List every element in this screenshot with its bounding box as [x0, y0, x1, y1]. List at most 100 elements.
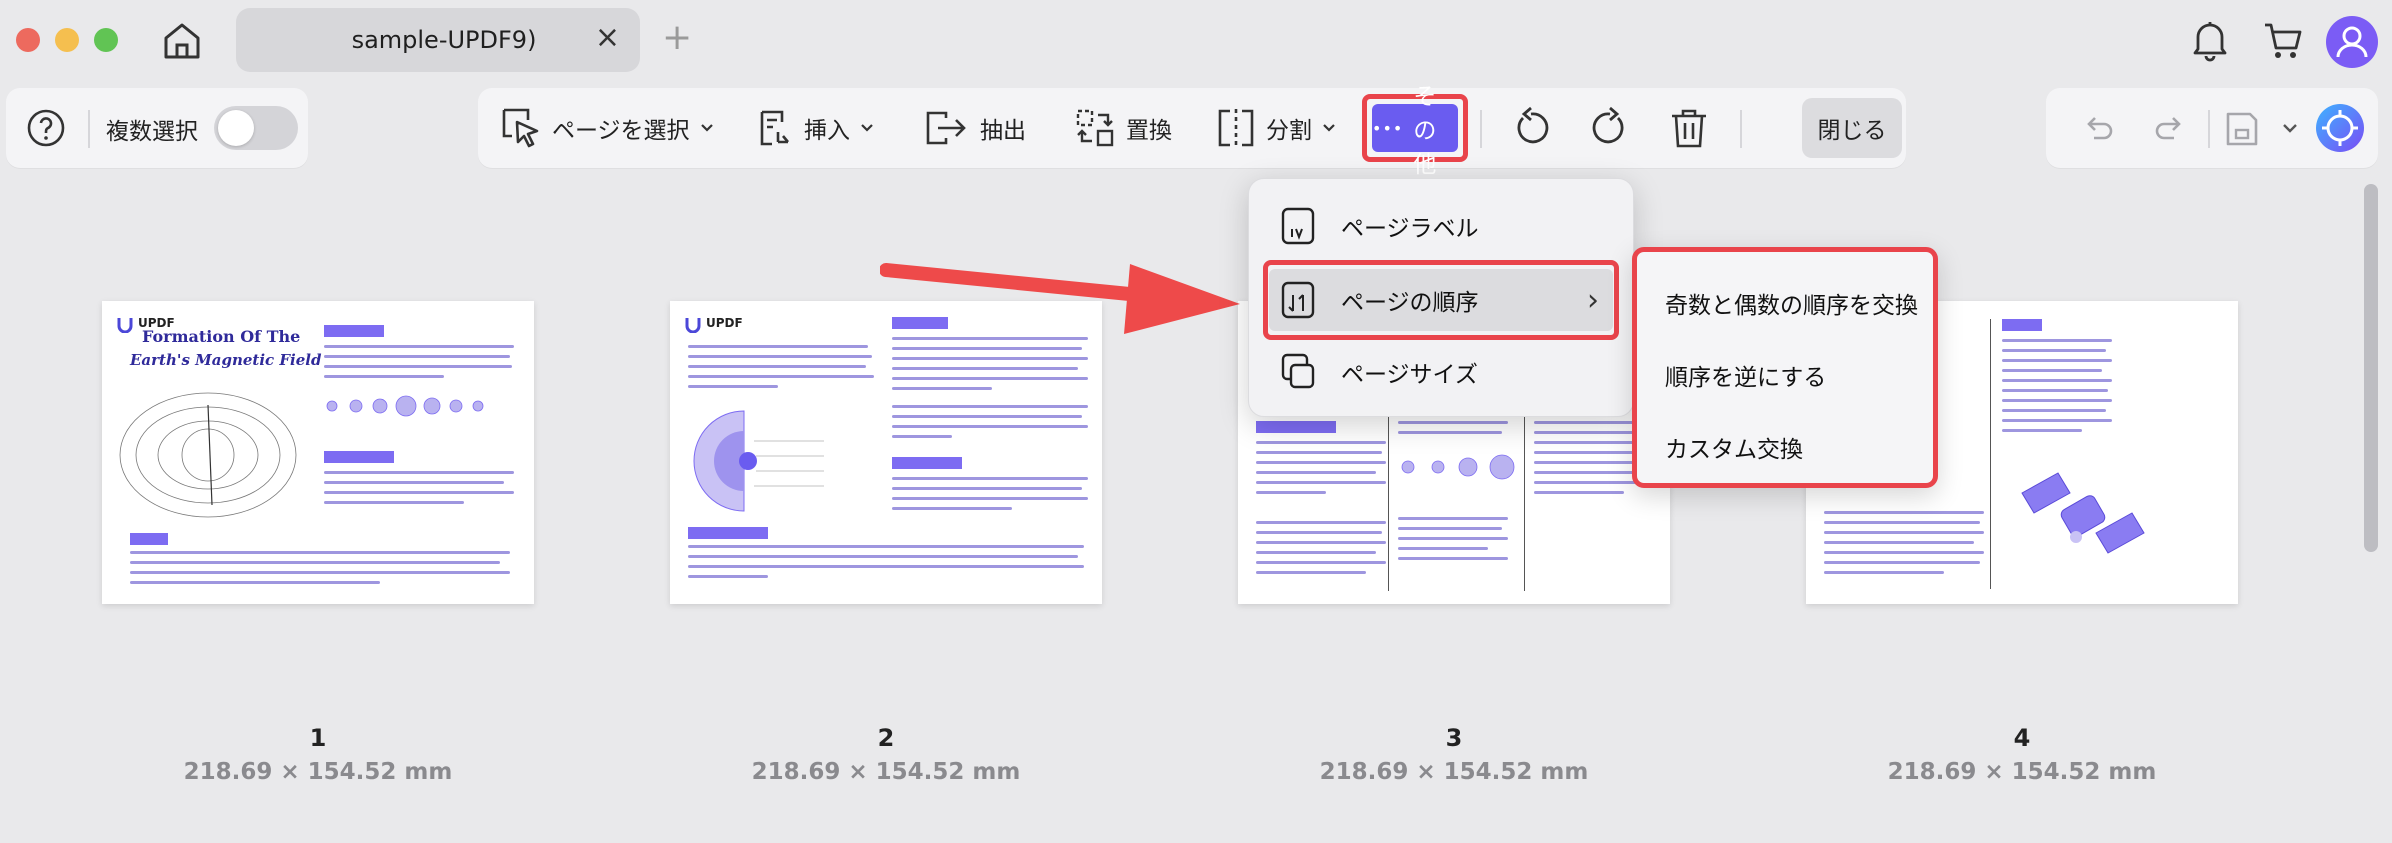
column-rule — [1388, 411, 1389, 591]
planets-illustration — [326, 395, 484, 417]
annotation-arrow — [880, 263, 1240, 334]
page-order-submenu: 奇数と偶数の順序を交換 順序を逆にする カスタム交換 — [1632, 247, 1938, 488]
insert-button[interactable]: 挿入 — [756, 88, 874, 168]
page-number-3: 3 — [1445, 724, 1463, 752]
section-heading — [130, 533, 168, 545]
more-label: その他 — [1413, 84, 1437, 178]
divider — [1740, 110, 1742, 148]
extract-icon — [926, 111, 966, 145]
updf-logo-icon — [117, 318, 133, 333]
multi-select-toggle[interactable] — [214, 106, 298, 150]
undo-icon[interactable] — [2082, 112, 2114, 144]
menu-item-label: ページサイズ — [1341, 362, 1478, 388]
multi-select-label: 複数選択 — [106, 119, 198, 145]
rotate-left-icon[interactable] — [1509, 106, 1553, 150]
page-size-1: 218.69 × 154.52 mm — [183, 759, 453, 785]
save-icon[interactable] — [2224, 110, 2260, 148]
magnetic-field-diagram — [119, 392, 297, 518]
section-heading — [892, 457, 962, 469]
right-toolbar — [2046, 88, 2378, 168]
new-tab-button[interactable]: + — [662, 18, 692, 58]
chevron-right-icon: › — [1587, 282, 1599, 318]
menu-item-page-order[interactable]: ページの順序 › — [1269, 269, 1613, 331]
thumbnail-title: Formation Of The — [142, 327, 301, 346]
section-heading — [2002, 319, 2042, 331]
bell-icon[interactable] — [2190, 18, 2230, 62]
trash-icon[interactable] — [1668, 106, 1710, 150]
close-window-button[interactable] — [16, 28, 40, 52]
question-circle-icon[interactable] — [26, 108, 66, 148]
submenu-reverse-order[interactable]: 順序を逆にする — [1665, 358, 1826, 392]
select-page-button[interactable]: ページを選択 — [500, 88, 714, 168]
document-tab[interactable]: sample-UPDF9) × — [236, 8, 640, 72]
cursor-select-icon — [502, 108, 539, 148]
extract-button[interactable]: 抽出 — [924, 88, 1026, 168]
insert-label: 挿入 — [804, 118, 850, 144]
divider — [2208, 110, 2210, 148]
home-icon[interactable] — [160, 20, 204, 62]
menu-item-label: ページの順序 — [1341, 290, 1479, 316]
page-size-icon — [1281, 353, 1315, 389]
column-rule — [1990, 319, 1991, 589]
submenu-custom-swap[interactable]: カスタム交換 — [1665, 430, 1803, 464]
toggle-knob — [218, 110, 254, 146]
page-toolbar: ページを選択 挿入 抽出 置換 分割 ••• その他 閉じる — [478, 84, 1906, 178]
planets-illustration — [1401, 454, 1515, 480]
extract-label: 抽出 — [980, 118, 1026, 144]
divider — [1480, 110, 1482, 148]
page-order-icon — [1281, 281, 1315, 319]
close-button[interactable]: 閉じる — [1802, 98, 1902, 158]
submenu-swap-odd-even[interactable]: 奇数と偶数の順序を交換 — [1665, 286, 1918, 320]
minimize-window-button[interactable] — [55, 28, 79, 52]
split-icon — [1218, 109, 1254, 147]
avatar[interactable] — [2326, 16, 2378, 68]
thumbnail-subtitle: Earth's Magnetic Field — [130, 351, 322, 369]
page-size-4: 218.69 × 154.52 mm — [1887, 759, 2157, 785]
menu-item-page-size[interactable]: ページサイズ — [1269, 341, 1613, 403]
column-rule — [1524, 411, 1525, 591]
zoom-window-button[interactable] — [94, 28, 118, 52]
cart-icon[interactable] — [2262, 20, 2304, 62]
chevron-down-icon — [700, 124, 713, 132]
split-button[interactable]: 分割 — [1216, 88, 1336, 168]
menu-item-label: ページラベル — [1341, 216, 1479, 242]
split-label: 分割 — [1266, 118, 1312, 144]
user-icon — [2336, 26, 2368, 58]
insert-icon — [760, 110, 789, 146]
replace-icon — [1076, 109, 1114, 147]
select-page-label: ページを選択 — [552, 118, 690, 144]
earth-core-diagram — [693, 410, 824, 512]
tab-close-button[interactable]: × — [595, 20, 620, 55]
title-bar: sample-UPDF9) × + — [0, 0, 2392, 82]
ai-assistant-icon[interactable] — [2314, 102, 2366, 154]
chevron-down-icon[interactable] — [2282, 122, 2298, 136]
redo-icon[interactable] — [2154, 112, 2186, 144]
updf-logo-icon — [685, 318, 701, 333]
page-number-2: 2 — [877, 724, 895, 752]
tab-title: sample-UPDF9) — [351, 26, 537, 54]
updf-logo: UPDF — [678, 309, 748, 339]
page-label-icon — [1281, 207, 1315, 245]
page-number-1: 1 — [309, 724, 327, 752]
replace-label: 置換 — [1126, 118, 1172, 144]
more-button[interactable]: ••• その他 — [1372, 84, 1458, 178]
chevron-down-icon — [861, 124, 873, 132]
page-size-3: 218.69 × 154.52 mm — [1319, 759, 1589, 785]
satellite-illustration — [2021, 472, 2145, 554]
logo-text: UPDF — [706, 316, 743, 330]
left-toolbar: 複数選択 — [6, 88, 308, 168]
section-heading — [324, 325, 384, 337]
page-number-4: 4 — [2013, 724, 2031, 752]
chevron-down-icon — [1323, 124, 1335, 132]
menu-item-page-label[interactable]: ページラベル — [1269, 195, 1613, 257]
divider — [88, 110, 90, 148]
section-heading — [688, 527, 768, 539]
page-thumbnail-1[interactable]: UPDF Formation Of The Earth's Magnetic F… — [102, 301, 534, 604]
replace-button[interactable]: 置換 — [1074, 88, 1172, 168]
more-dots-icon: ••• — [1372, 118, 1404, 138]
section-heading — [1256, 421, 1336, 433]
scrollbar[interactable] — [2364, 184, 2378, 552]
more-menu: ページラベル ページの順序 › ページサイズ — [1248, 178, 1634, 417]
section-heading — [324, 451, 394, 463]
rotate-right-icon[interactable] — [1588, 106, 1632, 150]
